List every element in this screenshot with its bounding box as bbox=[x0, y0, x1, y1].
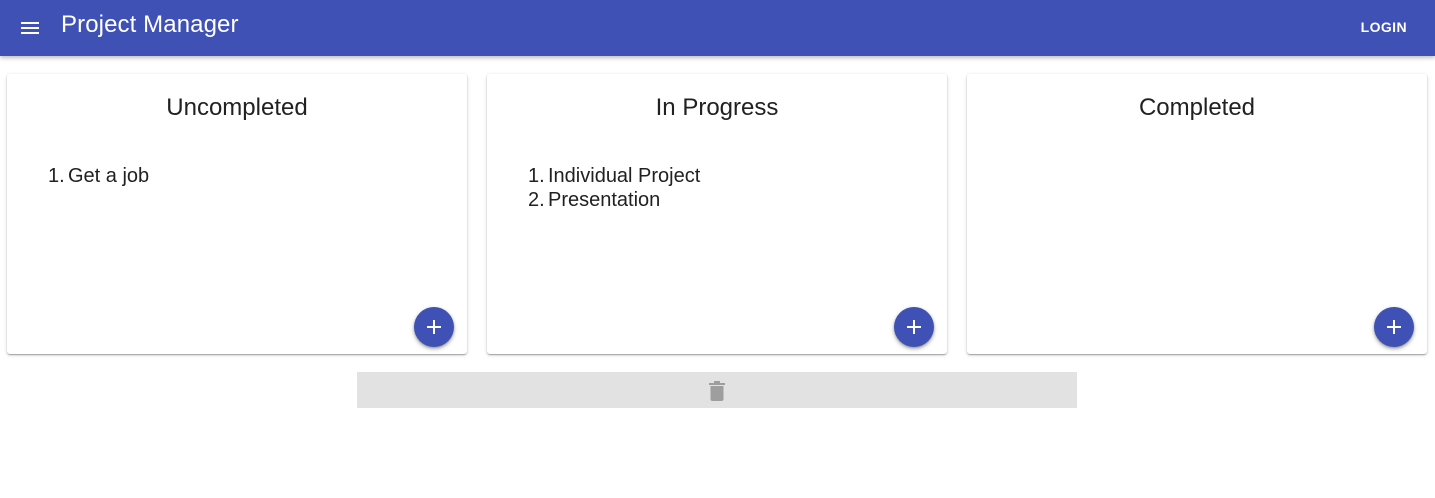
add-task-button[interactable] bbox=[414, 307, 454, 347]
task-text: Presentation bbox=[548, 189, 661, 211]
task-list: 1. Get a job bbox=[48, 164, 150, 188]
task-number: 1. bbox=[48, 165, 65, 187]
add-task-button[interactable] bbox=[1374, 307, 1414, 347]
task-item[interactable]: 1. Get a job bbox=[48, 164, 150, 188]
task-list: 1. Individual Project 2. Presentation bbox=[528, 164, 701, 212]
login-button[interactable]: LOGIN bbox=[1351, 12, 1417, 42]
column-completed: Completed bbox=[967, 74, 1427, 354]
task-item[interactable]: 2. Presentation bbox=[528, 188, 700, 212]
column-title: Completed bbox=[1138, 94, 1256, 121]
task-number: 1. bbox=[528, 165, 545, 187]
add-task-button[interactable] bbox=[894, 307, 934, 347]
task-item[interactable]: 1. Individual Project bbox=[528, 164, 701, 188]
app-title: Project Manager bbox=[61, 11, 239, 38]
task-text: Get a job bbox=[68, 165, 150, 187]
column-title: Uncompleted bbox=[166, 94, 308, 121]
menu-button[interactable] bbox=[12, 10, 48, 46]
trash-icon bbox=[709, 381, 725, 401]
column-in-progress: In Progress 1. Individual Project 2. Prese… bbox=[487, 74, 947, 354]
trash-drop-zone[interactable] bbox=[357, 372, 1077, 408]
task-number: 2. bbox=[528, 189, 545, 211]
task-text: Individual Project bbox=[548, 165, 701, 187]
column-title: In Progress bbox=[655, 94, 779, 121]
app-bar: Project Manager LOGIN bbox=[0, 0, 1435, 56]
column-uncompleted: Uncompleted 1. Get a job bbox=[7, 74, 467, 354]
